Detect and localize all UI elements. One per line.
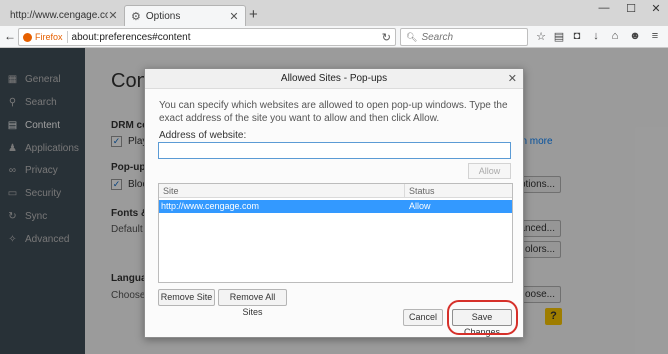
allow-button[interactable]: Allow	[468, 163, 511, 179]
chat-icon[interactable]: ☻	[628, 30, 642, 42]
site-cell: http://www.cengage.com	[161, 201, 260, 211]
cancel-button[interactable]: Cancel	[403, 309, 443, 326]
bookmark-star-icon[interactable]: ☆	[534, 30, 548, 43]
divider	[66, 31, 68, 43]
url-bar[interactable]: Firefox about:preferences#content ↻	[18, 28, 396, 46]
menu-icon[interactable]: ≡	[648, 30, 662, 42]
close-icon[interactable]: ✕	[108, 9, 118, 22]
search-icon: 🔍︎	[406, 31, 418, 42]
reload-icon[interactable]: ↻	[382, 31, 391, 44]
home-icon[interactable]: ⌂	[608, 30, 622, 42]
list-item[interactable]: http://www.cengage.com Allow	[159, 200, 512, 213]
tab-options[interactable]: ⚙ Options ✕	[124, 5, 246, 26]
address-label: Address of website:	[159, 130, 247, 141]
navigation-toolbar: ← Firefox about:preferences#content ↻ 🔍︎…	[0, 26, 668, 48]
close-icon[interactable]: ✕	[229, 10, 239, 23]
gear-icon: ⚙	[131, 10, 141, 23]
remove-site-button[interactable]: Remove Site	[158, 289, 215, 306]
column-status[interactable]: Status	[405, 184, 512, 198]
identity-label: Firefox	[35, 32, 63, 42]
minimize-button[interactable]: —	[596, 2, 612, 14]
list-header: Site Status	[159, 184, 512, 198]
search-bar[interactable]: 🔍︎	[400, 28, 528, 46]
dialog-title: Allowed Sites - Pop-ups	[145, 69, 523, 89]
column-site[interactable]: Site	[159, 184, 405, 198]
dialog-description: You can specify which websites are allow…	[159, 100, 508, 124]
close-icon[interactable]: ✕	[508, 71, 517, 87]
download-icon[interactable]: ↓	[589, 30, 603, 42]
new-tab-button[interactable]: +	[249, 6, 258, 24]
highlight-ring	[447, 300, 518, 335]
tab-label: http://www.cengage.com/us/	[10, 10, 108, 21]
maximize-button[interactable]: ☐	[623, 2, 639, 15]
close-window-button[interactable]: ✕	[648, 2, 664, 15]
pocket-icon[interactable]: ◘	[570, 30, 584, 42]
tab-cengage[interactable]: http://www.cengage.com/us/ ✕	[4, 5, 124, 26]
url-text[interactable]: about:preferences#content	[72, 32, 382, 43]
allowed-sites-dialog: Allowed Sites - Pop-ups ✕ You can specif…	[144, 68, 524, 338]
sites-list: Site Status http://www.cengage.com Allow	[158, 183, 513, 283]
tab-strip: http://www.cengage.com/us/ ✕ ⚙ Options ✕…	[0, 0, 668, 26]
back-arrow-icon[interactable]: ←	[4, 29, 16, 43]
firefox-logo-icon	[23, 32, 32, 42]
remove-all-sites-button[interactable]: Remove All Sites	[218, 289, 287, 317]
tab-label: Options	[145, 10, 181, 22]
address-input[interactable]	[158, 142, 511, 159]
status-cell: Allow	[409, 201, 431, 211]
clipboard-icon[interactable]: ▤	[552, 30, 566, 43]
search-input[interactable]	[421, 31, 522, 43]
